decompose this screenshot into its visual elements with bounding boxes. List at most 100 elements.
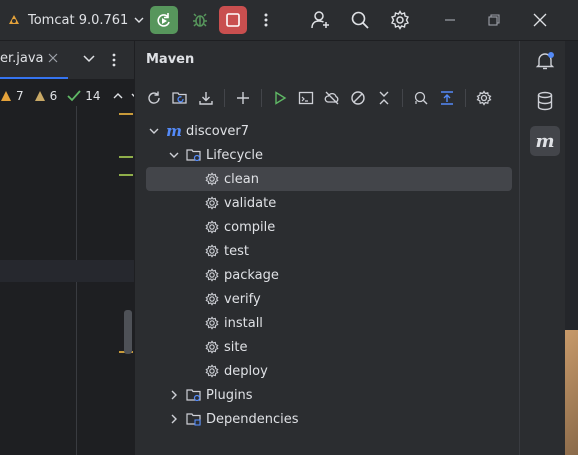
lifecycle-goal-item[interactable]: package [146, 263, 512, 287]
lifecycle-goal-item[interactable]: deploy [146, 359, 512, 383]
run-icon[interactable] [268, 86, 292, 110]
tree-lifecycle-node[interactable]: Lifecycle [146, 143, 512, 167]
execute-goal-icon[interactable] [294, 86, 318, 110]
more-actions-button[interactable] [252, 6, 280, 34]
toolbar-separator [465, 89, 466, 107]
lifecycle-goal-item[interactable]: site [146, 335, 512, 359]
bell-icon [535, 51, 555, 71]
close-window-button[interactable] [526, 6, 554, 34]
tomcat-icon [6, 12, 22, 28]
weak-warning-count: 6 [49, 89, 58, 103]
more-vertical-icon [264, 12, 268, 28]
gear-icon [204, 339, 220, 355]
show-dependencies-icon[interactable] [409, 86, 433, 110]
close-icon[interactable] [48, 53, 58, 63]
maven-toolbar [142, 86, 498, 110]
chevron-down-icon[interactable] [166, 147, 182, 163]
collapse-icon[interactable] [372, 86, 396, 110]
gear-icon [204, 171, 220, 187]
current-line-highlight [0, 260, 134, 282]
lifecycle-goal-label: validate [224, 195, 277, 211]
reload-project-icon[interactable] [168, 86, 192, 110]
maven-tool-button[interactable]: m [530, 126, 560, 156]
restore-button[interactable] [480, 6, 508, 34]
tab-list-chevron-icon[interactable] [83, 54, 95, 64]
lifecycle-goal-label: compile [224, 219, 276, 235]
toolbar-separator [261, 89, 262, 107]
lifecycle-folder-icon [186, 147, 202, 163]
lifecycle-goal-item[interactable]: clean [146, 167, 512, 191]
download-icon[interactable] [194, 86, 218, 110]
gear-icon [204, 363, 220, 379]
lifecycle-goal-label: install [224, 315, 263, 331]
weak-warning-icon [34, 90, 46, 102]
close-icon [533, 13, 547, 27]
active-tab-indicator [0, 77, 68, 79]
lifecycle-goal-label: site [224, 339, 248, 355]
chevron-right-icon[interactable] [166, 411, 182, 427]
lifecycle-goal-item[interactable]: install [146, 311, 512, 335]
lifecycle-goal-item[interactable]: verify [146, 287, 512, 311]
maven-icon: m [166, 122, 182, 140]
expand-all-icon[interactable] [435, 86, 459, 110]
offline-icon[interactable] [320, 86, 344, 110]
chevron-up-icon[interactable] [113, 92, 123, 100]
maven-icon: m [535, 130, 555, 152]
lifecycle-goal-label: clean [224, 171, 259, 187]
settings-button[interactable] [386, 6, 414, 34]
gear-icon [204, 315, 220, 331]
debug-button[interactable] [186, 6, 214, 34]
editor-scrollbar[interactable] [124, 310, 132, 354]
debug-icon [191, 11, 209, 29]
check-icon [67, 90, 81, 102]
lifecycle-goal-item[interactable]: validate [146, 191, 512, 215]
tree-project-node[interactable]: m discover7 [146, 119, 512, 143]
tool-strip-divider [519, 41, 520, 455]
restore-icon [488, 14, 500, 26]
change-stripe [119, 174, 133, 176]
warning-stripe [119, 113, 133, 115]
search-button[interactable] [346, 6, 374, 34]
warning-count: 7 [16, 89, 24, 103]
editor-tab-label: er.java [0, 51, 44, 66]
lifecycle-goal-item[interactable]: test [146, 239, 512, 263]
ok-count: 14 [85, 89, 101, 103]
lifecycle-goal-item[interactable]: compile [146, 215, 512, 239]
editor-tab[interactable]: er.java [0, 41, 134, 79]
gear-icon [204, 195, 220, 211]
database-icon [536, 91, 554, 111]
run-configuration-selector[interactable]: Tomcat 9.0.761 [0, 6, 144, 34]
tree-plugins-node[interactable]: Plugins [146, 383, 512, 407]
toolbar-separator [224, 89, 225, 107]
plugins-folder-icon [186, 387, 202, 403]
warning-icon [0, 90, 12, 102]
notifications-button[interactable] [530, 46, 560, 76]
stop-button[interactable] [219, 6, 247, 34]
tree-dependencies-node[interactable]: Dependencies [146, 407, 512, 431]
add-user-button[interactable] [306, 6, 334, 34]
chevron-down-icon[interactable] [146, 123, 162, 139]
gear-icon [204, 267, 220, 283]
add-icon[interactable] [231, 86, 255, 110]
change-stripe [119, 156, 133, 158]
database-button[interactable] [530, 86, 560, 116]
lifecycle-label: Lifecycle [206, 147, 264, 163]
toolbar-separator [402, 89, 403, 107]
lifecycle-goal-label: package [224, 267, 279, 283]
reload-icon[interactable] [142, 86, 166, 110]
minimize-icon [444, 14, 456, 26]
desktop-background [565, 330, 578, 455]
plugins-label: Plugins [206, 387, 253, 403]
gear-icon [204, 219, 220, 235]
maven-settings-icon[interactable] [472, 86, 496, 110]
add-user-icon [310, 10, 330, 30]
more-vertical-icon[interactable] [112, 53, 116, 67]
inspection-widget[interactable]: 7 6 14 [0, 86, 141, 106]
run-configuration-name: Tomcat 9.0.761 [28, 12, 129, 28]
search-icon [350, 10, 370, 30]
chevron-right-icon[interactable] [166, 387, 182, 403]
minimize-button[interactable] [436, 6, 464, 34]
skip-tests-icon[interactable] [346, 86, 370, 110]
rerun-button[interactable] [150, 6, 178, 34]
rerun-icon [155, 11, 173, 29]
